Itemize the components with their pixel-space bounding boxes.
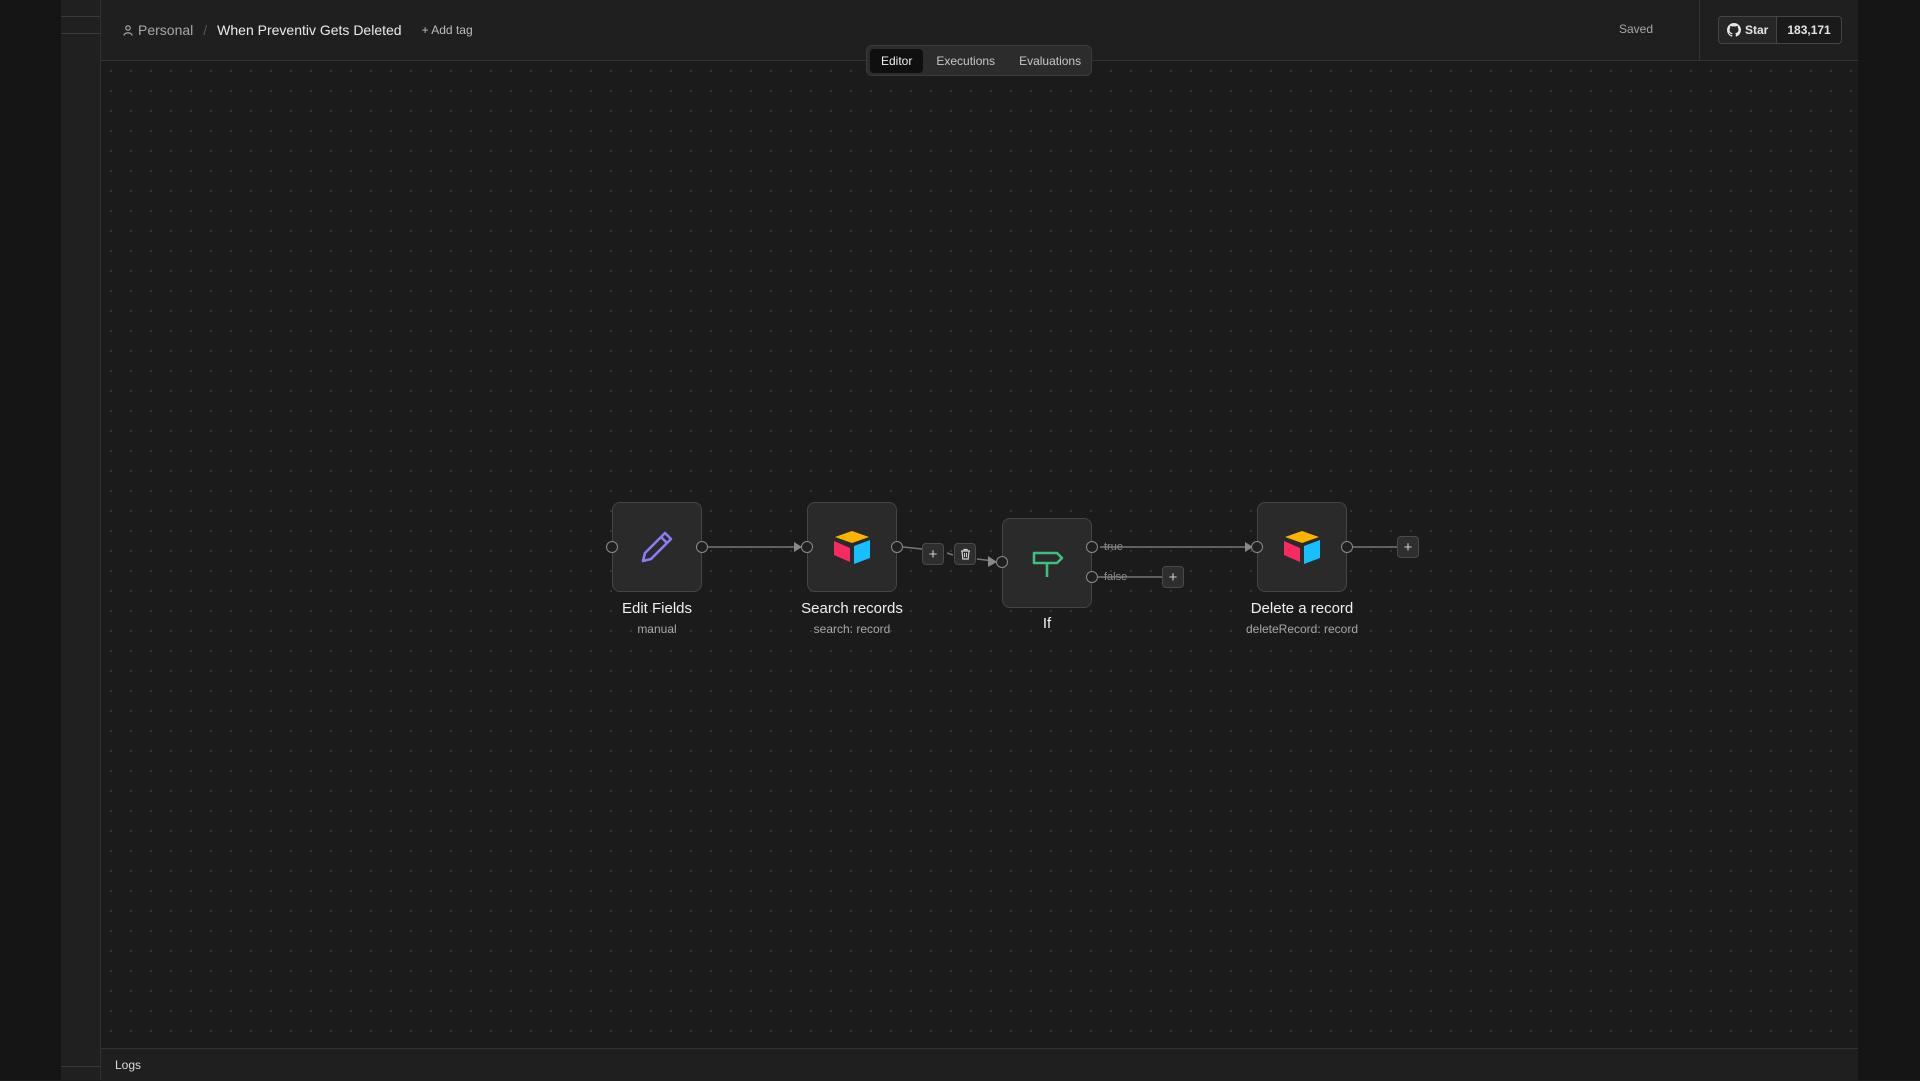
add-tag-button[interactable]: + Add tag xyxy=(422,23,473,37)
github-star-button[interactable]: Star xyxy=(1719,17,1778,43)
node-input-handle[interactable] xyxy=(801,541,813,553)
save-status: Saved xyxy=(1619,22,1654,36)
signpost-icon xyxy=(1032,551,1064,577)
node-output-handle[interactable] xyxy=(891,541,903,553)
github-star-widget[interactable]: Star 183,171 xyxy=(1718,16,1842,44)
workflow-canvas[interactable] xyxy=(101,61,1858,1048)
node-output-handle[interactable] xyxy=(1341,541,1353,553)
header-divider xyxy=(1699,0,1700,60)
left-gutter xyxy=(0,0,61,1080)
user-icon xyxy=(123,24,133,36)
breadcrumb: Personal / When Preventiv Gets Deleted +… xyxy=(123,0,473,60)
workflow-title[interactable]: When Preventiv Gets Deleted xyxy=(217,22,401,38)
tab-editor[interactable]: Editor xyxy=(870,48,924,73)
add-node-button[interactable]: + xyxy=(922,543,944,565)
sidebar xyxy=(61,0,101,1080)
right-gutter xyxy=(1858,0,1920,1080)
tab-executions[interactable]: Executions xyxy=(925,49,1006,73)
node-edit-fields[interactable] xyxy=(612,502,702,592)
breadcrumb-home[interactable]: Personal xyxy=(123,22,193,38)
node-subtitle: search: record xyxy=(813,622,891,636)
view-tabs: Editor Executions Evaluations xyxy=(866,45,1092,76)
node-title: If xyxy=(1042,615,1052,632)
edge-label-false: false xyxy=(1104,571,1128,583)
node-title: Search records xyxy=(801,600,903,617)
github-icon xyxy=(1727,23,1741,37)
airtable-icon xyxy=(1284,531,1320,564)
sidebar-divider xyxy=(61,33,100,34)
node-output-false-handle[interactable] xyxy=(1086,571,1098,583)
airtable-icon xyxy=(834,531,870,564)
edge-label-true: true xyxy=(1104,541,1123,553)
logs-panel[interactable]: Logs xyxy=(101,1048,1858,1081)
node-title: Delete a record xyxy=(1250,600,1354,617)
github-star-count: 183,171 xyxy=(1777,17,1841,43)
sidebar-divider xyxy=(61,16,100,17)
node-input-handle[interactable] xyxy=(606,541,618,553)
logs-label: Logs xyxy=(115,1058,142,1072)
sidebar-divider xyxy=(61,1066,100,1067)
node-output-true-handle[interactable] xyxy=(1086,541,1098,553)
pencil-icon xyxy=(641,531,673,563)
node-subtitle: manual xyxy=(637,622,677,636)
node-title: Edit Fields xyxy=(621,600,693,617)
node-delete-record[interactable] xyxy=(1257,502,1347,592)
trash-icon xyxy=(960,548,970,560)
delete-connection-button[interactable] xyxy=(954,543,976,565)
node-output-handle[interactable] xyxy=(696,541,708,553)
node-if[interactable] xyxy=(1002,518,1092,608)
github-star-label: Star xyxy=(1745,23,1769,37)
node-input-handle[interactable] xyxy=(996,556,1008,568)
node-subtitle: deleteRecord: record xyxy=(1245,622,1359,636)
breadcrumb-home-label: Personal xyxy=(138,22,194,38)
add-node-end-button[interactable]: + xyxy=(1397,536,1419,558)
breadcrumb-separator: / xyxy=(203,22,208,38)
node-input-handle[interactable] xyxy=(1251,541,1263,553)
add-node-false-button[interactable]: + xyxy=(1162,566,1184,588)
node-search-records[interactable] xyxy=(807,502,897,592)
tab-evaluations[interactable]: Evaluations xyxy=(1008,49,1092,73)
